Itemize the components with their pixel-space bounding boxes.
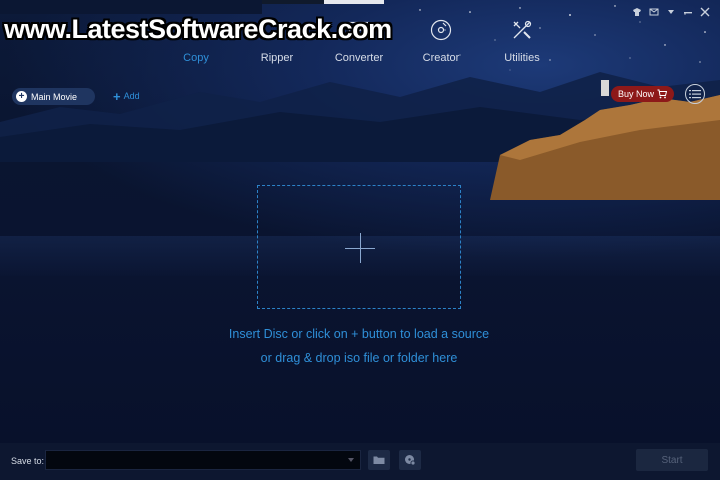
start-button[interactable]: Start (636, 449, 708, 471)
footer-bar: Save to: Start (0, 443, 720, 480)
save-to-disc-button[interactable] (399, 450, 421, 470)
folder-icon (373, 456, 385, 464)
tab-utilities[interactable]: Utilities (482, 18, 562, 70)
source-drop-zone[interactable] (257, 185, 461, 309)
main-movie-button[interactable]: + Main Movie (12, 88, 95, 105)
buy-now-button[interactable]: Buy Now (611, 86, 674, 102)
tab-copy-label: Copy (183, 52, 209, 64)
browse-folder-button[interactable] (368, 450, 390, 470)
minimize-icon[interactable] (682, 6, 694, 18)
skin-icon[interactable] (631, 6, 643, 18)
app-window: www.LatestSoftwareCrack.com Copy Ripper … (0, 0, 720, 480)
watermark-text: www.LatestSoftwareCrack.com (4, 14, 392, 44)
add-label: Add (123, 91, 140, 101)
tab-creator[interactable]: Creator (401, 18, 481, 70)
tab-creator-label: Creator (422, 52, 460, 64)
tab-converter-label: Converter (334, 52, 384, 64)
feedback-icon[interactable] (648, 6, 660, 18)
list-menu-icon (689, 90, 701, 99)
plus-icon: + (113, 88, 121, 104)
tools-icon (513, 20, 532, 39)
title-bar-segment-light (324, 0, 384, 4)
title-bar-left (0, 0, 262, 14)
settings-icon[interactable] (665, 6, 677, 18)
chevron-down-icon (348, 458, 354, 462)
plus-circle-icon: + (16, 91, 27, 102)
disc-settings-icon (405, 455, 416, 466)
title-bar-segment (262, 0, 324, 4)
tab-ripper-label: Ripper (260, 52, 294, 64)
drop-hint-line1: Insert Disc or click on + button to load… (228, 327, 490, 341)
add-source-plus-icon-vertical (360, 233, 361, 263)
buy-now-label: Buy Now (617, 89, 654, 99)
cart-icon (657, 89, 667, 99)
disc-icon (430, 19, 452, 41)
tab-utilities-label: Utilities (504, 52, 540, 64)
add-button[interactable]: + Add (113, 88, 140, 104)
main-movie-label: Main Movie (31, 91, 78, 102)
drop-hint-line2: or drag & drop iso file or folder here (260, 351, 458, 365)
save-to-label: Save to: (11, 456, 45, 466)
save-to-dropdown[interactable] (45, 450, 361, 470)
close-icon[interactable] (699, 6, 711, 18)
menu-button[interactable] (685, 84, 705, 104)
